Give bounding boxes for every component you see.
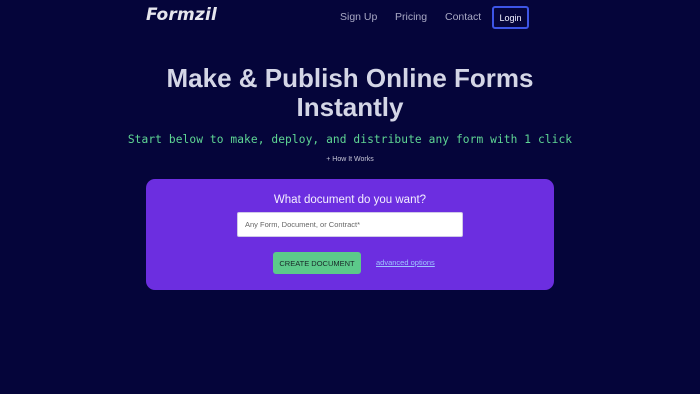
document-search-input[interactable] bbox=[237, 212, 463, 237]
hero-title-line-1: Make & Publish Online Forms bbox=[166, 63, 534, 93]
hero-title: Make & Publish Online Forms Instantly bbox=[0, 64, 700, 122]
nav-link-pricing[interactable]: Pricing bbox=[395, 11, 427, 23]
how-it-works-link[interactable]: + How It Works bbox=[0, 156, 700, 163]
logo[interactable]: Formzil bbox=[146, 5, 217, 25]
card-heading: What document do you want? bbox=[273, 194, 427, 206]
hero-subtitle: Start below to make, deploy, and distrib… bbox=[127, 133, 573, 146]
top-nav: Formzil Sign Up Pricing Contact Login bbox=[0, 0, 700, 34]
login-button[interactable]: Login bbox=[492, 6, 529, 29]
create-document-card: What document do you want? CREATE DOCUME… bbox=[146, 179, 554, 290]
advanced-options-link[interactable]: advanced options bbox=[376, 258, 435, 267]
create-document-button[interactable]: CREATE DOCUMENT bbox=[273, 252, 361, 274]
nav-link-contact[interactable]: Contact bbox=[445, 11, 481, 23]
nav-link-sign-up[interactable]: Sign Up bbox=[340, 11, 377, 23]
hero-title-line-2: Instantly bbox=[296, 92, 404, 122]
